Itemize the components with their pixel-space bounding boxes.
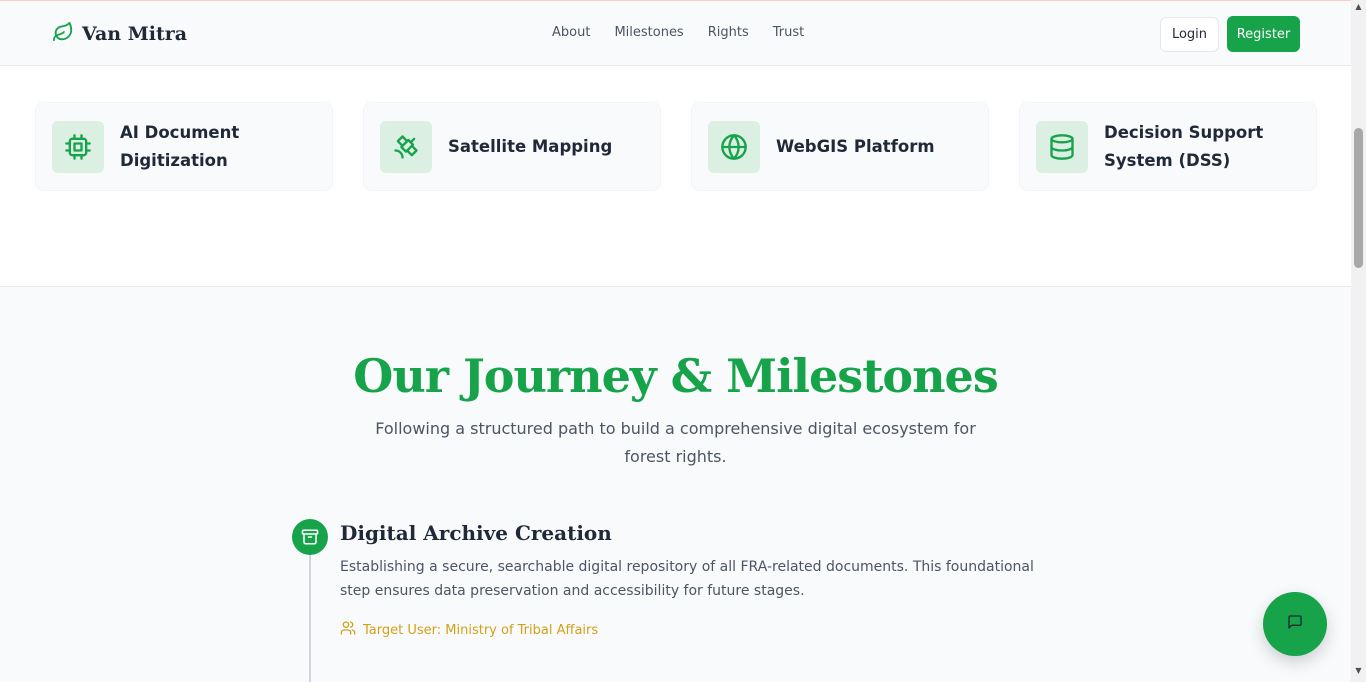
milestone-title: Digital Archive Creation [340,521,612,545]
feature-label: Decision Support System (DSS) [1104,122,1264,170]
feature-card-satellite-mapping: Satellite Mapping [363,102,661,191]
nav-link-milestones[interactable]: Milestones [614,25,683,40]
login-button[interactable]: Login [1160,17,1219,52]
scroll-down-arrow-icon[interactable]: ▼ [1351,666,1366,678]
nav-link-trust[interactable]: Trust [773,25,804,40]
brand-logo[interactable]: Van Mitra [52,21,187,47]
scroll-up-arrow-icon[interactable]: ▲ [1351,2,1366,14]
satellite-icon [380,120,432,173]
feature-label: WebGIS Platform [776,136,935,156]
feature-label: Satellite Mapping [448,136,613,156]
section-title: Our Journey & Milestones [353,349,998,403]
features-section: AI Document Digitization Satellite Mappi… [0,66,1351,287]
milestone-description: Establishing a secure, searchable digita… [340,559,1034,599]
milestone-target-user: Target User: Ministry of Tribal Affairs [340,620,598,640]
chat-button[interactable] [1263,592,1327,656]
site-header: Van Mitra About Milestones Rights Trust … [0,0,1351,66]
cpu-chip-icon [52,120,104,173]
chat-bubble-icon [1287,614,1303,634]
brand-name: Van Mitra [82,23,188,45]
archive-box-icon [292,519,328,555]
register-button[interactable]: Register [1227,16,1300,52]
journey-section: Our Journey & Milestones Following a str… [0,287,1351,682]
feature-card-webgis: WebGIS Platform [691,102,989,191]
feature-card-ai-digitization: AI Document Digitization [35,102,333,191]
feature-card-dss: Decision Support System (DSS) [1019,102,1317,191]
nav-link-about[interactable]: About [552,25,590,40]
nav-link-rights[interactable]: Rights [708,25,749,40]
users-icon [340,620,356,640]
vertical-scrollbar[interactable]: ▲ ▼ [1351,0,1366,682]
target-user-label: Target User: Ministry of Tribal Affairs [363,622,599,638]
scrollbar-thumb[interactable] [1354,128,1363,268]
feature-label: AI Document Digitization [120,122,240,170]
main-nav: About Milestones Rights Trust [552,25,804,40]
section-subtitle: Following a structured path to build a c… [375,419,976,466]
database-icon [1036,120,1088,173]
timeline-line [309,551,311,682]
globe-icon [708,120,760,173]
leaf-icon [52,21,74,47]
